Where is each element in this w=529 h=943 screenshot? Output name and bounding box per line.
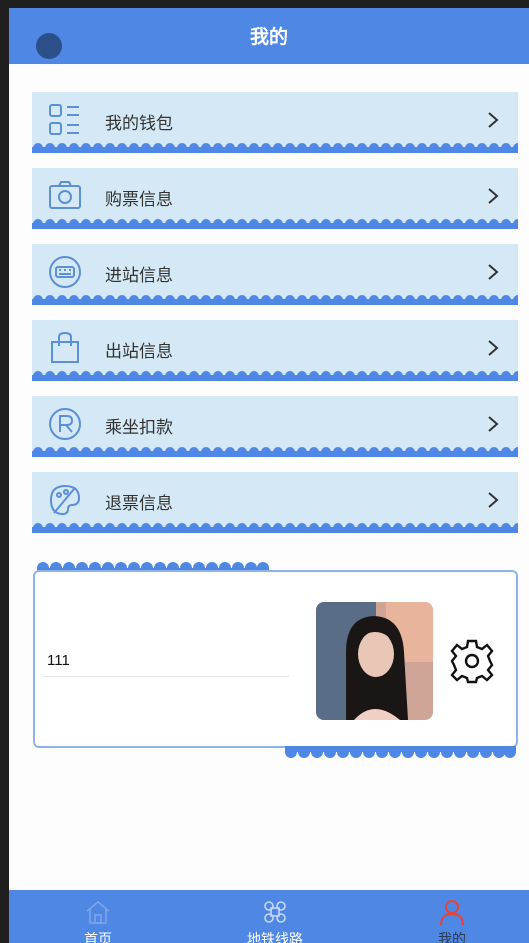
chevron-right-icon [488,340,499,356]
chevron-right-icon [488,416,499,432]
menu-item-exit[interactable]: 出站信息 [32,320,518,382]
chevron-right-icon [488,264,499,280]
menu-label: 我的钱包 [105,114,173,134]
wave-decoration [285,746,516,758]
chevron-right-icon [488,188,499,204]
bottom-tab-bar: 首页 地铁线路 我的 [9,890,529,943]
tab-label: 首页 [84,932,112,943]
palette-icon [49,484,81,516]
menu-label: 乘坐扣款 [105,418,173,438]
wave-decoration [32,523,518,533]
gear-icon[interactable] [449,638,495,684]
command-icon [264,901,286,923]
menu-item-deduction[interactable]: 乘坐扣款 [32,396,518,458]
home-icon [86,900,110,924]
menu-item-entry[interactable]: 进站信息 [32,244,518,306]
wave-decoration [32,143,518,153]
menu-item-wallet[interactable]: 我的钱包 [32,92,518,154]
tab-label: 我的 [438,932,466,943]
chevron-right-icon [488,492,499,508]
profile-value: 111 [47,652,70,669]
menu-label: 购票信息 [105,190,173,210]
page-title: 我的 [249,26,288,48]
tab-metro-lines[interactable]: 地铁线路 [215,890,335,943]
avatar[interactable] [316,602,433,720]
wave-decoration [32,295,518,305]
divider [43,676,289,677]
tab-home[interactable]: 首页 [38,890,158,943]
wave-decoration [32,219,518,229]
profile-card: 111 [33,570,518,748]
camera-icon [49,181,81,209]
chevron-right-icon [488,112,499,128]
menu-label: 退票信息 [105,494,173,514]
user-icon [440,900,464,925]
top-bar: 我的 [9,8,529,64]
list-grid-icon [49,104,79,135]
shopping-bag-icon [51,331,79,363]
registered-icon [49,408,81,440]
tab-label: 地铁线路 [247,932,303,943]
keyboard-icon [49,256,81,288]
menu-item-purchase[interactable]: 购票信息 [32,168,518,230]
tab-mine[interactable]: 我的 [392,890,512,943]
menu-label: 出站信息 [105,342,173,362]
menu-item-refund[interactable]: 退票信息 [32,472,518,534]
menu-label: 进站信息 [105,266,173,286]
wave-decoration [32,371,518,381]
wave-decoration [32,447,518,457]
app-screen: 我的 我的钱包 购票信息 进站信息 出站信息 乘坐扣款 退票信息 111 首页 … [9,8,529,943]
